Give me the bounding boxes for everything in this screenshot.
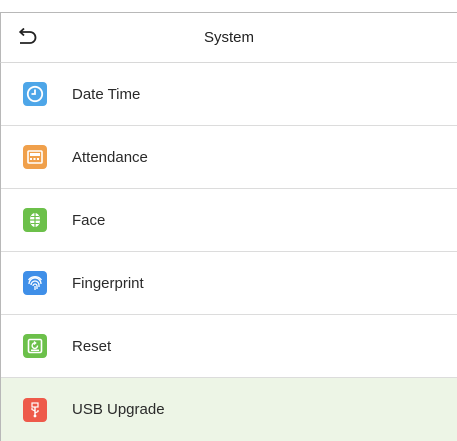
reset-icon	[23, 334, 47, 358]
menu-item-fingerprint[interactable]: Fingerprint	[1, 252, 457, 315]
menu-item-label: Face	[72, 211, 106, 229]
menu-item-label: Reset	[72, 337, 112, 355]
fingerprint-icon	[23, 271, 47, 295]
system-menu: Date Time Attendance Face Fingerprint Re…	[0, 63, 457, 441]
system-screen: System Date Time Attendance Face Fingerp…	[0, 0, 457, 441]
clock-icon	[23, 82, 47, 106]
menu-item-face[interactable]: Face	[1, 189, 457, 252]
page-title: System	[203, 29, 254, 46]
menu-item-reset[interactable]: Reset	[1, 315, 457, 378]
face-icon	[23, 208, 47, 232]
menu-item-label: Fingerprint	[72, 274, 144, 292]
menu-item-attendance[interactable]: Attendance	[1, 126, 457, 189]
menu-item-usb-upgrade[interactable]: USB Upgrade	[1, 378, 457, 441]
header-bar: System	[0, 12, 457, 63]
menu-item-label: USB Upgrade	[72, 401, 165, 418]
usb-icon	[23, 397, 47, 422]
attendance-icon	[23, 145, 47, 169]
menu-item-label: Attendance	[72, 148, 148, 166]
menu-item-date-time[interactable]: Date Time	[1, 63, 457, 126]
menu-item-label: Date Time	[72, 85, 141, 103]
